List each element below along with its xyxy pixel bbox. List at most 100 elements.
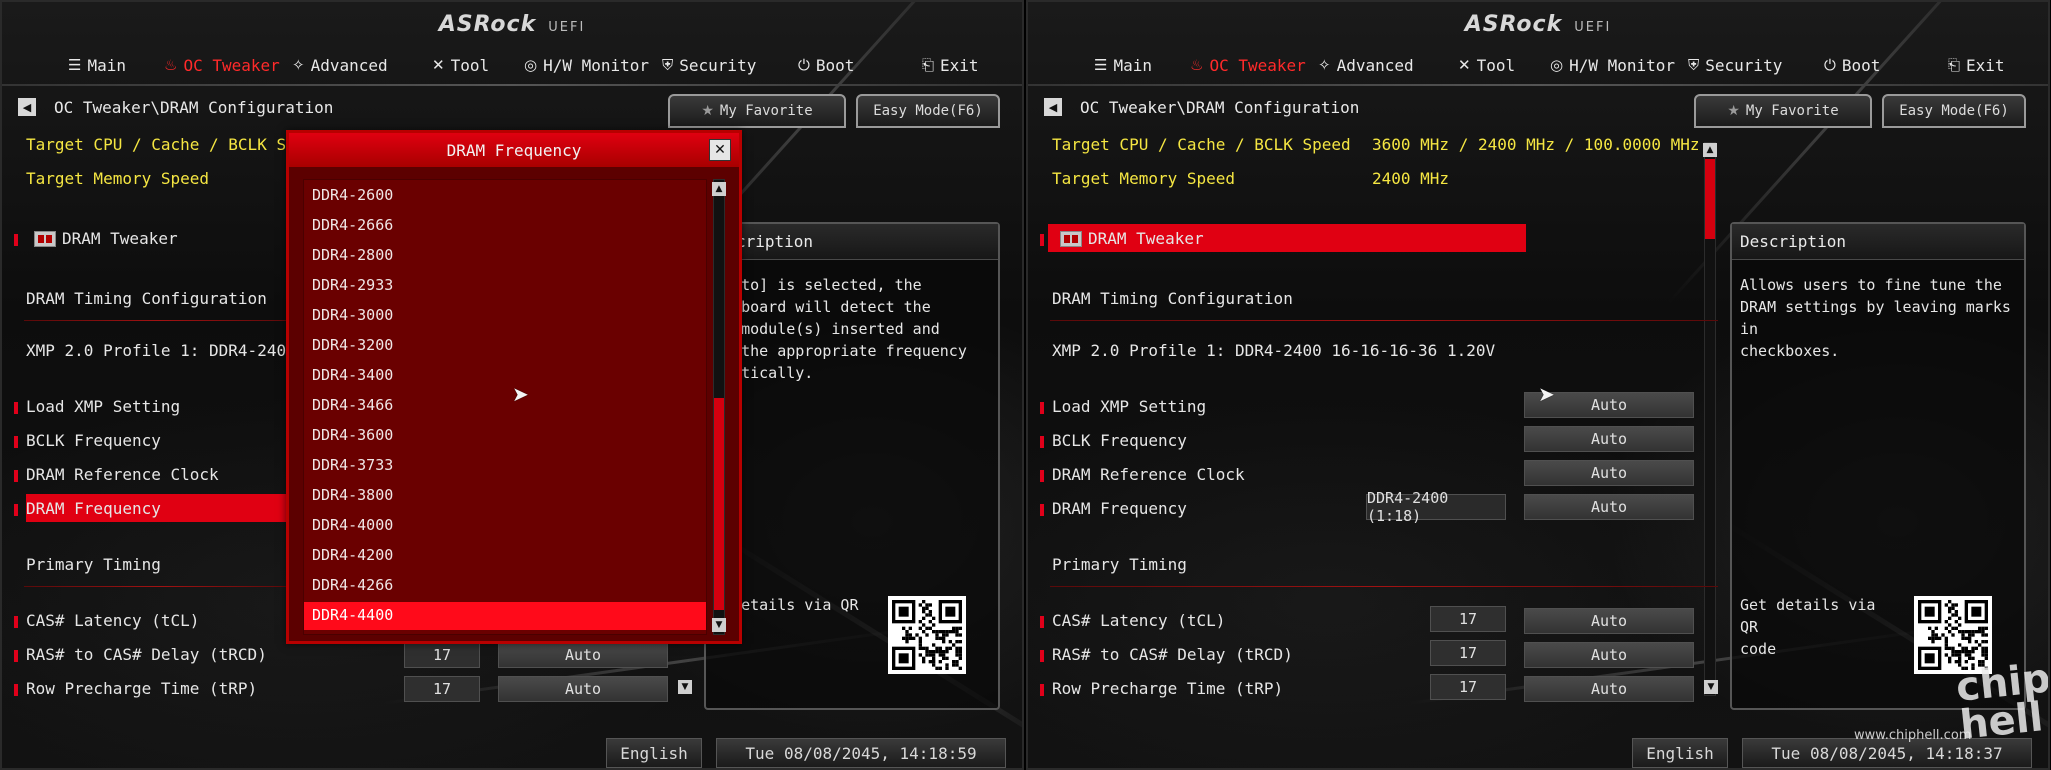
scroll-down-arrow-icon[interactable]: ▼ — [678, 680, 692, 694]
bios-panel-right: ASRock UEFI ☰ Main ♨ OC Tweaker ✧ Advanced ✕… — [1026, 0, 2050, 770]
section-divider — [1050, 586, 1718, 587]
frequency-option[interactable]: DDR4-3400 — [304, 362, 706, 390]
main-scroll-thumb[interactable] — [1705, 159, 1715, 239]
brand-text: ASRock — [1464, 12, 1563, 37]
bclk-field[interactable]: Auto — [1524, 426, 1694, 452]
frequency-option[interactable]: DDR4-3200 — [304, 332, 706, 360]
popup-title: DRAM Frequency — [289, 133, 739, 167]
back-arrow-icon[interactable]: ◀ — [18, 98, 36, 116]
nav-main[interactable]: ☰ Main — [68, 52, 126, 78]
nav-exit[interactable]: ⎗ Exit — [922, 52, 979, 78]
description-title: cription — [706, 224, 998, 260]
dram-module-icon — [34, 231, 56, 247]
nav-hw-monitor[interactable]: ◎ H/W Monitor — [524, 52, 649, 78]
scroll-up-arrow-icon[interactable]: ▲ — [712, 182, 726, 196]
bullet — [14, 234, 18, 246]
nav-hw-monitor[interactable]: ◎ H/W Monitor — [1550, 52, 1675, 78]
tCL-auto-field[interactable]: Auto — [1524, 608, 1694, 634]
shield-icon: ⛨ — [1688, 56, 1700, 74]
nav-oc-tweaker[interactable]: ♨ OC Tweaker — [164, 52, 280, 78]
popup-scrollbar[interactable]: ▲ ▼ — [712, 179, 726, 635]
nav-divider — [1028, 84, 2048, 86]
easy-mode-button[interactable]: Easy Mode(F6) — [1882, 94, 2026, 128]
star-icon: ✧ — [292, 56, 305, 74]
qr-label: Get details via QR code — [1740, 596, 1876, 658]
language-button[interactable]: English — [1632, 738, 1728, 768]
dram-frequency-field[interactable]: Auto — [1524, 494, 1694, 520]
star-icon: ✧ — [1318, 56, 1331, 74]
my-favorite-button[interactable]: ★ My Favorite — [1694, 94, 1872, 128]
bios-panel-left: ASRock UEFI ☰ Main ♨ OC Tweaker ✧ Advanced ✕… — [0, 0, 1024, 770]
frequency-option-list: DDR4-2600 DDR4-2666 DDR4-2800 DDR4-2933 DDR4… — [303, 179, 707, 635]
uefi-label: UEFI — [1574, 20, 1612, 35]
monitor-icon: ◎ — [1550, 56, 1564, 74]
frequency-option[interactable]: DDR4-4266 — [304, 572, 706, 600]
tRP-auto-field[interactable]: Auto — [1524, 676, 1694, 702]
frequency-option[interactable]: DDR4-2600 — [304, 182, 706, 210]
easy-mode-button[interactable]: Easy Mode(F6) — [856, 94, 1000, 128]
flame-icon: ♨ — [164, 56, 178, 74]
tRP-auto-field[interactable]: Auto — [498, 676, 668, 702]
dram-frequency-current: DDR4-2400 (1:18) — [1366, 489, 1506, 525]
my-favorite-button[interactable]: ★ My Favorite — [668, 94, 846, 128]
monitor-icon: ◎ — [524, 56, 538, 74]
breadcrumb: OC Tweaker\DRAM Configuration — [54, 98, 334, 117]
qr-code-image — [1918, 600, 1988, 670]
frequency-option[interactable]: DDR4-4400 — [304, 602, 706, 630]
scroll-up-arrow-icon[interactable]: ▲ — [1703, 143, 1717, 157]
frequency-option[interactable]: DDR4-3000 — [304, 302, 706, 330]
main-scrollbar[interactable]: ▲ — [1703, 142, 1717, 696]
nav-oc-tweaker[interactable]: ♨ OC Tweaker — [1190, 52, 1306, 78]
tRCD-auto-field[interactable]: Auto — [1524, 642, 1694, 668]
nav-security[interactable]: ⛨ Security — [662, 52, 756, 78]
frequency-option[interactable]: DDR4-3733 — [304, 452, 706, 480]
mouse-cursor-icon: ➤ — [1538, 382, 1555, 406]
frequency-option[interactable]: DDR4-4000 — [304, 512, 706, 540]
datetime-display: Tue 08/08/2045, 14:18:59 — [716, 738, 1006, 768]
nav-advanced[interactable]: ✧ Advanced — [292, 52, 388, 78]
dram-ref-field[interactable]: Auto — [1524, 460, 1694, 486]
language-button[interactable]: English — [606, 738, 702, 768]
section-divider — [1050, 320, 1718, 321]
nav-divider — [2, 84, 1022, 86]
description-text: Allows users to fine tune the DRAM setti… — [1740, 276, 2011, 360]
nav-security[interactable]: ⛨ Security — [1688, 52, 1782, 78]
target-cpu-value: 3600 MHz / 2400 MHz / 100.0000 MHz — [1372, 135, 1700, 154]
qr-code-image — [892, 600, 962, 670]
nav-boot[interactable]: ⏻ Boot — [1824, 52, 1880, 78]
tCL-value-field[interactable]: 17 — [1430, 606, 1506, 632]
scroll-down-arrow-icon[interactable]: ▼ — [712, 618, 726, 632]
section-divider — [24, 586, 294, 587]
nav-advanced[interactable]: ✧ Advanced — [1318, 52, 1414, 78]
nav-exit[interactable]: ⎗ Exit — [1948, 52, 2005, 78]
frequency-option[interactable]: DDR4-4200 — [304, 542, 706, 570]
uefi-label: UEFI — [548, 20, 586, 35]
tRCD-auto-field[interactable]: Auto — [498, 642, 668, 668]
shield-icon: ⛨ — [662, 56, 674, 74]
power-icon: ⏻ — [1824, 56, 1836, 74]
tRCD-value-field[interactable]: 17 — [404, 642, 480, 668]
frequency-option[interactable]: DDR4-2800 — [304, 242, 706, 270]
section-divider — [24, 320, 294, 321]
tool-icon: ✕ — [432, 56, 445, 74]
breadcrumb: OC Tweaker\DRAM Configuration — [1080, 98, 1360, 117]
tRP-value-field[interactable]: 17 — [1430, 674, 1506, 700]
nav-boot[interactable]: ⏻ Boot — [798, 52, 854, 78]
back-arrow-icon[interactable]: ◀ — [1044, 98, 1062, 116]
nav-tool[interactable]: ✕ Tool — [1458, 52, 1515, 78]
exit-icon: ⎗ — [922, 56, 935, 74]
frequency-option[interactable]: DDR4-2933 — [304, 272, 706, 300]
frequency-option[interactable]: DDR4-3466 — [304, 392, 706, 420]
flame-icon: ♨ — [1190, 56, 1204, 74]
close-icon[interactable]: ✕ — [709, 139, 731, 161]
frequency-option[interactable]: DDR4-3600 — [304, 422, 706, 450]
nav-tool[interactable]: ✕ Tool — [432, 52, 489, 78]
nav-main[interactable]: ☰ Main — [1094, 52, 1152, 78]
tRP-value-field[interactable]: 17 — [404, 676, 480, 702]
popup-scroll-thumb[interactable] — [714, 398, 724, 610]
tRCD-value-field[interactable]: 17 — [1430, 640, 1506, 666]
scroll-down-arrow-icon[interactable]: ▼ — [1704, 680, 1718, 694]
frequency-option[interactable]: DDR4-3800 — [304, 482, 706, 510]
menu-icon: ☰ — [1094, 56, 1108, 74]
frequency-option[interactable]: DDR4-2666 — [304, 212, 706, 240]
